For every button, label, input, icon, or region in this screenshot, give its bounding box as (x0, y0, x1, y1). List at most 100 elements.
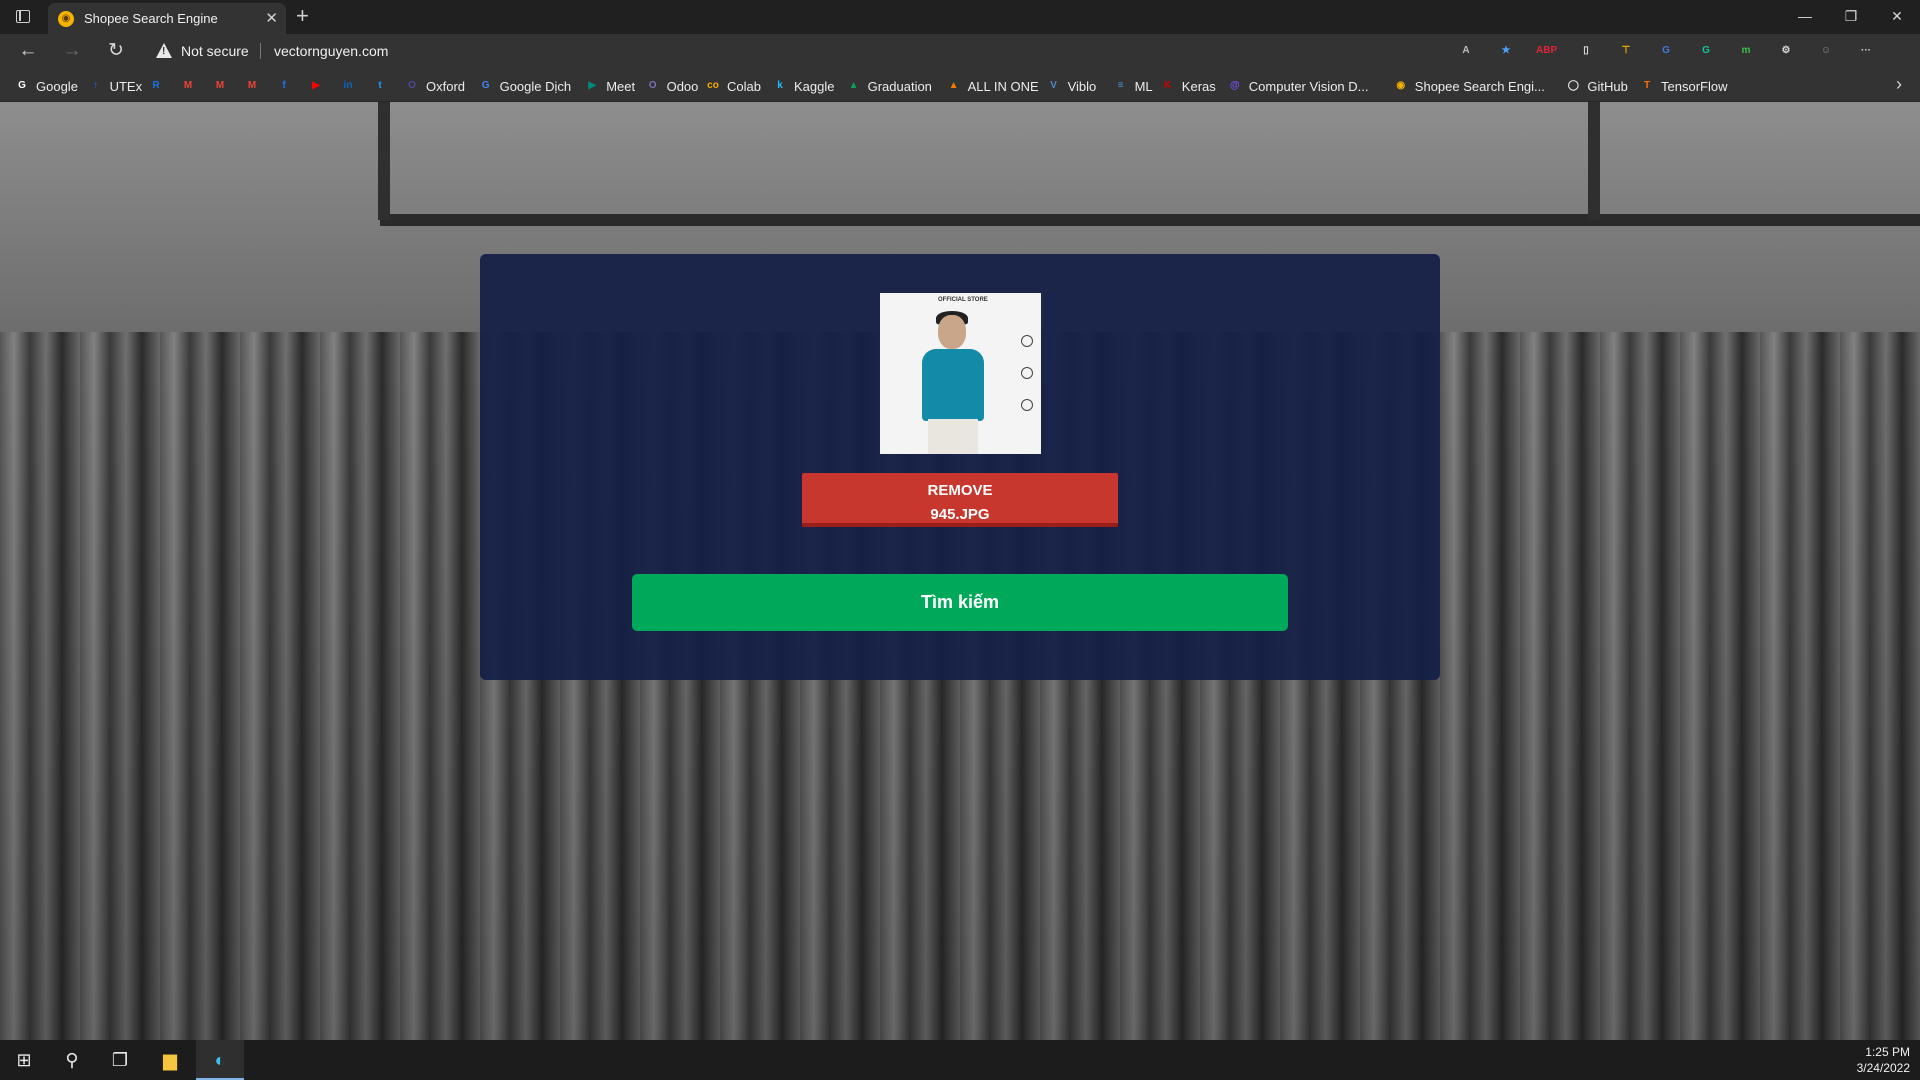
bookmark-icon: ▶ (588, 80, 597, 91)
bookmark-item[interactable]: G Google Dịch (478, 77, 572, 95)
bookmark-icon: O (408, 80, 416, 91)
bookmark-item[interactable]: ◉ Shopee Search Engi... (1393, 77, 1545, 95)
bookmark-label: UTEx (109, 78, 143, 94)
edge-browser-icon[interactable]: ◐ (196, 1040, 244, 1080)
bookmark-item[interactable]: ▲ Graduation (846, 77, 932, 95)
close-window-button[interactable]: ✕ (1874, 0, 1920, 32)
bookmark-item[interactable]: in (340, 77, 362, 95)
bookmark-icon: M (215, 80, 225, 91)
bookmark-item[interactable]: ▲ ALL IN ONE (946, 77, 1039, 95)
bookmark-icon: V (1050, 80, 1057, 91)
address-bar[interactable]: Not secure vectornguyen.com (146, 38, 1476, 64)
profile-avatar-icon[interactable]: ☺ (1816, 41, 1836, 61)
bookmark-icon: O (648, 80, 657, 91)
grammarly-icon[interactable]: G (1696, 41, 1716, 61)
new-tab-button[interactable]: + (296, 3, 309, 29)
security-status[interactable]: Not secure (181, 43, 249, 59)
bookmark-item[interactable]: ↑ UTEx (88, 77, 143, 95)
clock-date: 3/24/2022 (1856, 1061, 1910, 1075)
bookmark-label: Google Dịch (499, 78, 572, 94)
bookmark-item[interactable]: R (148, 77, 170, 95)
bookmark-item[interactable]: M (244, 77, 266, 95)
bookmark-icon: t (378, 80, 382, 91)
bookmarks-bar: G Google ↑ UTEx R M M Mf ▶ in t O Oxford G Google Dịch… (0, 68, 1920, 102)
warning-icon[interactable] (156, 43, 172, 58)
search-button[interactable]: Tìm kiếm (632, 574, 1288, 631)
tab-close-icon[interactable]: ✕ (265, 9, 278, 27)
clothes-rack-post (1588, 102, 1600, 220)
file-explorer-icon[interactable]: ▆ (146, 1040, 194, 1080)
bookmark-item[interactable]: O Odoo (645, 77, 699, 95)
tab-actions-icon[interactable] (14, 7, 34, 27)
bookmark-icon: k (777, 80, 783, 91)
read-aloud-icon[interactable]: A (1456, 41, 1476, 61)
task-view-icon[interactable]: ❐ (96, 1040, 144, 1080)
forward-button[interactable]: → (60, 40, 84, 62)
more-menu-icon[interactable]: ··· (1856, 41, 1876, 61)
bookmark-item[interactable]: f (276, 77, 298, 95)
bookmark-label: ALL IN ONE (967, 78, 1039, 94)
bookmark-item[interactable]: M (180, 77, 202, 95)
bookmark-label: TensorFlow (1661, 78, 1728, 94)
bookmark-item[interactable]: ▶ (308, 77, 330, 95)
browser-toolbar: ← → ↻ Not secure vectornguyen.com A ★ ABP ▯… (0, 34, 1920, 68)
bookmark-icon: ▲ (848, 80, 859, 91)
bookmark-item[interactable]: V Viblo (1046, 77, 1097, 95)
clothes-rack-bar (380, 214, 1920, 226)
extensions-icon[interactable]: ⚙ (1776, 41, 1796, 61)
clothes-rack-post (378, 102, 390, 220)
start-icon[interactable]: ⊞ (0, 1040, 48, 1080)
bookmark-item[interactable]: @ Computer Vision D... (1227, 77, 1369, 95)
bookmark-item[interactable]: T TensorFlow (1639, 77, 1728, 95)
bookmark-icon: M (183, 80, 193, 91)
search-icon[interactable]: ⚲ (48, 1040, 96, 1080)
remove-label: REMOVE (927, 482, 993, 499)
bookmark-item[interactable]: G Google (14, 77, 78, 95)
bookmark-icon: co (707, 80, 719, 91)
preview-polo-shirt (922, 349, 984, 421)
upload-card: OFFICIAL STORE REMOVE 945.JPG Tìm kiếm (480, 254, 1440, 680)
bookmark-item[interactable]: O Oxford (404, 77, 465, 95)
bookmark-label: Shopee Search Engi... (1414, 78, 1545, 94)
tab-title: Shopee Search Engine (84, 11, 218, 26)
truck-icon (1021, 399, 1033, 411)
back-button[interactable]: ← (16, 40, 40, 62)
minimize-button[interactable]: — (1782, 0, 1828, 32)
bookmarks-overflow-icon[interactable]: › (1896, 74, 1902, 95)
bookmark-label: Meet (606, 78, 636, 94)
phone-icon[interactable]: ▯ (1576, 41, 1596, 61)
clock-time: 1:25 PM (1865, 1045, 1910, 1059)
bookmark-item[interactable]: K Keras (1160, 77, 1216, 95)
browser-tab[interactable]: ◉ Shopee Search Engine ✕ (48, 3, 286, 34)
bookmark-item[interactable]: co Colab (705, 77, 761, 95)
translate-icon[interactable]: G (1656, 41, 1676, 61)
uploaded-image-preview: OFFICIAL STORE (880, 293, 1041, 454)
bookmark-icon: ↑ (93, 80, 99, 91)
system-clock[interactable]: 1:25 PM 3/24/2022 (1857, 1044, 1910, 1076)
bookmark-icon: T (1643, 80, 1651, 91)
certificate-icon (1021, 367, 1033, 379)
tab-strip: ◉ Shopee Search Engine ✕ + — ❐ ✕ (0, 0, 1920, 34)
bookmark-label: Oxford (426, 78, 466, 94)
bookmark-label: Kaggle (794, 78, 835, 94)
remove-image-button[interactable]: REMOVE 945.JPG (802, 473, 1118, 527)
bookmark-item[interactable]: ◯ GitHub (1565, 77, 1628, 95)
favorite-star-icon[interactable]: ★ (1496, 41, 1516, 61)
bookmark-item[interactable]: k Kaggle (772, 77, 834, 95)
bookmark-icon: f (282, 80, 286, 91)
bookmark-item[interactable]: ▶ Meet (584, 77, 635, 95)
preview-pants (928, 419, 978, 454)
bookmark-icon: G (18, 80, 26, 91)
bookmark-item[interactable]: M (212, 77, 234, 95)
kami-icon[interactable]: m (1736, 41, 1756, 61)
bookmark-icon: ▶ (312, 80, 320, 91)
bookmark-item[interactable]: ≡ ML (1113, 77, 1153, 95)
url-text[interactable]: vectornguyen.com (274, 43, 388, 59)
reload-button[interactable]: ↻ (104, 40, 128, 62)
adblock-icon[interactable]: ABP (1536, 41, 1557, 61)
bookmark-label: Viblo (1067, 78, 1097, 94)
bookmark-item[interactable]: t (372, 77, 394, 95)
restore-button[interactable]: ❐ (1828, 0, 1874, 32)
bookmark-icon: @ (1229, 80, 1240, 91)
pick-icon[interactable]: ⊤ (1616, 41, 1636, 61)
